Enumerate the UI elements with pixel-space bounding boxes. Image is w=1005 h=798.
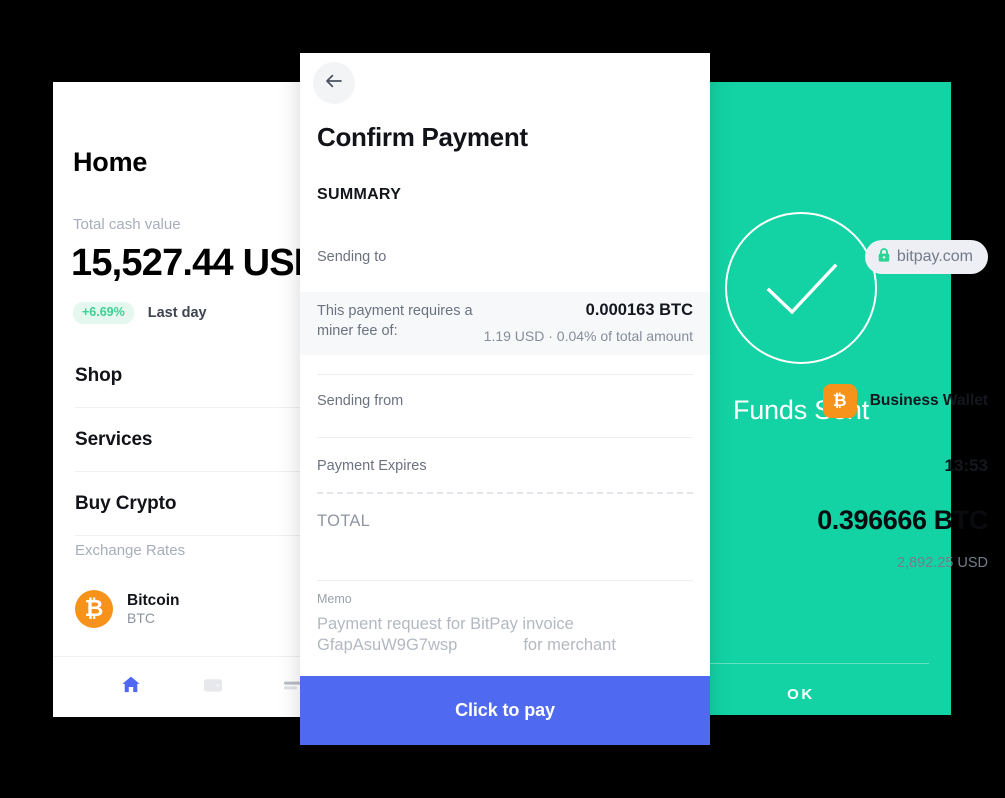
- bitcoin-wallet-icon: ₿: [822, 384, 857, 418]
- wallet-name: Business Wallet: [869, 392, 988, 409]
- nav-tab-home[interactable]: [101, 673, 161, 702]
- click-to-pay-button[interactable]: Click to pay: [300, 676, 710, 745]
- screenshot-stage: Home Total cash value 15,527.44 USD +6.6…: [0, 0, 1005, 798]
- nav-tab-wallet[interactable]: [183, 673, 243, 702]
- miner-fee-label: This payment requires a miner fee of:: [317, 303, 473, 339]
- miner-fee-amount: 0.000163 BTC: [585, 301, 693, 319]
- total-label: TOTAL: [317, 512, 371, 530]
- divider: [673, 663, 929, 664]
- sending-from-label: Sending from: [317, 393, 404, 409]
- lock-icon: [877, 247, 891, 268]
- divider: [317, 437, 693, 438]
- merchant-domain-pill[interactable]: bitpay.com: [864, 240, 988, 274]
- merchant-domain-text: bitpay.com: [896, 248, 973, 265]
- memo-label: Memo: [317, 592, 352, 606]
- home-icon: [119, 673, 143, 702]
- menu-item-shop[interactable]: Shop: [75, 344, 331, 408]
- exchange-rates-label: Exchange Rates: [75, 542, 186, 559]
- back-arrow-icon: [323, 70, 345, 97]
- dashed-divider: [317, 492, 693, 494]
- summary-section-label: SUMMARY: [317, 186, 402, 203]
- exchange-rate-row-bitcoin[interactable]: ₿ Bitcoin BTC: [75, 590, 180, 628]
- page-title: Home: [73, 147, 148, 177]
- memo-text: Payment request for BitPay invoice GfapA…: [317, 614, 693, 656]
- bitcoin-icon: ₿: [75, 590, 113, 628]
- change-period-label: Last day: [147, 304, 207, 321]
- payment-expires-label: Payment Expires: [317, 458, 427, 474]
- source-wallet[interactable]: ₿ Business Wallet: [822, 384, 988, 418]
- divider: [317, 580, 693, 581]
- change-badge: +6.69%: [73, 302, 134, 324]
- total-cash-value-amount: 15,527.44 USD: [71, 242, 321, 284]
- miner-fee-sub: 1.19 USD · 0.04% of total amount: [483, 328, 693, 344]
- coin-name: Bitcoin: [127, 591, 180, 609]
- memo-invoice-id: GfapAsuW9G7wsp: [317, 635, 458, 654]
- coin-text-group: Bitcoin BTC: [127, 591, 180, 628]
- memo-line-2-suffix: for merchant: [523, 635, 616, 654]
- total-usd-amount: 2,892.25 USD: [896, 555, 988, 571]
- payment-expires-value: 13:53: [944, 456, 988, 475]
- back-button[interactable]: [313, 62, 355, 104]
- change-row: +6.69% Last day: [73, 302, 207, 324]
- memo-line-1: Payment request for BitPay invoice: [317, 615, 574, 633]
- divider: [317, 374, 693, 375]
- menu-item-buy-crypto[interactable]: Buy Crypto: [75, 472, 331, 536]
- total-btc-amount: 0.396666 BTC: [817, 505, 988, 535]
- miner-fee-block: This payment requires a miner fee of: 0.…: [300, 292, 710, 355]
- menu-item-services[interactable]: Services: [75, 408, 331, 472]
- check-circle-icon: [725, 212, 877, 364]
- sheet-title: Confirm Payment: [317, 122, 528, 152]
- coin-ticker: BTC: [127, 609, 155, 626]
- sending-to-label: Sending to: [317, 249, 387, 265]
- total-cash-value-label: Total cash value: [73, 216, 181, 233]
- wallet-icon: [201, 673, 225, 702]
